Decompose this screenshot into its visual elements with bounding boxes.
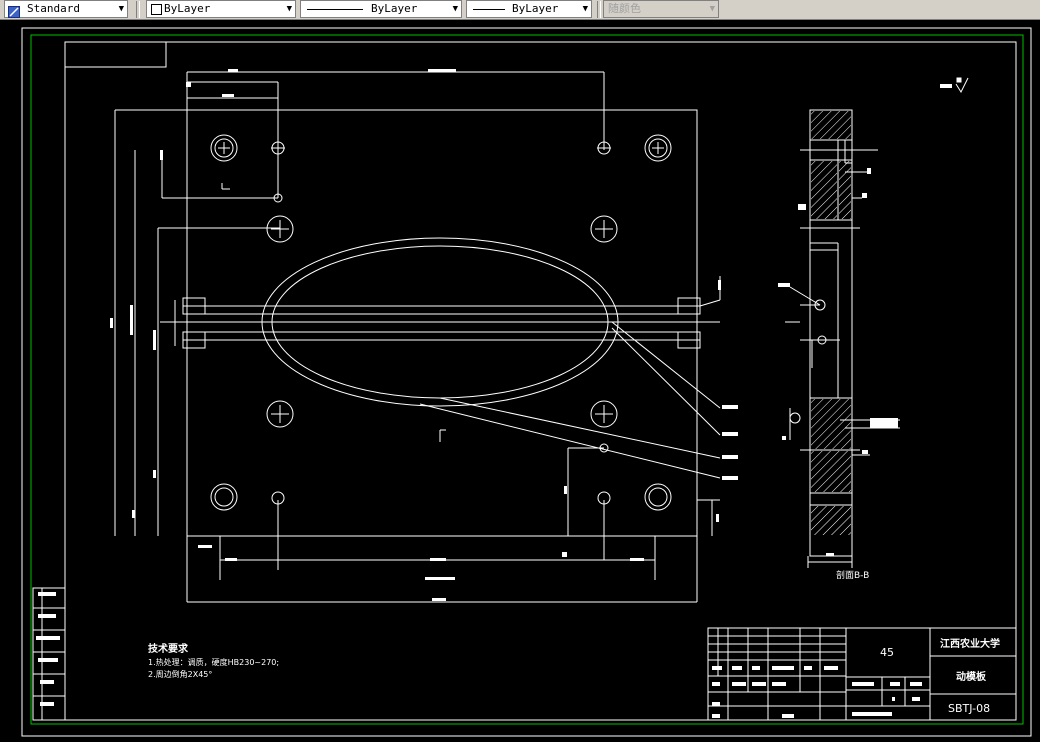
chevron-down-icon: ▼ [709, 4, 715, 14]
title-school: 江西农业大学 [940, 637, 1000, 650]
toolbar-separator [597, 1, 601, 18]
plot-style-value: 随颜色 [608, 2, 641, 15]
tech-requirement-2: 2.周边倒角2X45° [148, 669, 212, 679]
chevron-down-icon: ▼ [452, 4, 458, 14]
title-material: 45 [880, 646, 894, 659]
chevron-down-icon: ▼ [582, 4, 588, 14]
text-style-icon [8, 3, 20, 18]
tech-requirement-1: 1.热处理：调质，硬度HB230~270; [148, 657, 279, 667]
drawing-canvas[interactable]: 剖面B-B 技术要求 1.热处理：调质，硬度HB230~270; 2.周边倒角2… [0, 20, 1040, 742]
plot-style-dropdown: 随颜色 ▼ [603, 0, 719, 18]
line-sample-icon [307, 9, 363, 10]
lineweight-dropdown[interactable]: ByLayer ▼ [466, 0, 592, 18]
text-style-dropdown[interactable]: Standard ▼ [4, 0, 128, 18]
line-sample-icon [473, 9, 505, 10]
title-part-name: 动模板 [956, 670, 987, 683]
title-drawing-code: SBTJ-08 [948, 702, 990, 715]
section-label: 剖面B-B [836, 569, 869, 581]
chevron-down-icon: ▼ [118, 4, 124, 14]
layer-color-value: ByLayer [164, 2, 211, 15]
properties-toolbar: Standard ▼ ByLayer ▼ ByLayer ▼ ByLayer ▼… [0, 0, 1040, 20]
linetype-dropdown[interactable]: ByLayer ▼ [300, 0, 462, 18]
chevron-down-icon: ▼ [286, 4, 292, 14]
layer-color-dropdown[interactable]: ByLayer ▼ [146, 0, 296, 18]
lineweight-value: ByLayer [512, 2, 559, 15]
color-swatch-icon [151, 4, 162, 15]
linetype-value: ByLayer [371, 2, 418, 15]
text-style-value: Standard [27, 2, 80, 15]
tech-requirements-title: 技术要求 [148, 642, 189, 655]
toolbar-separator [136, 1, 140, 18]
